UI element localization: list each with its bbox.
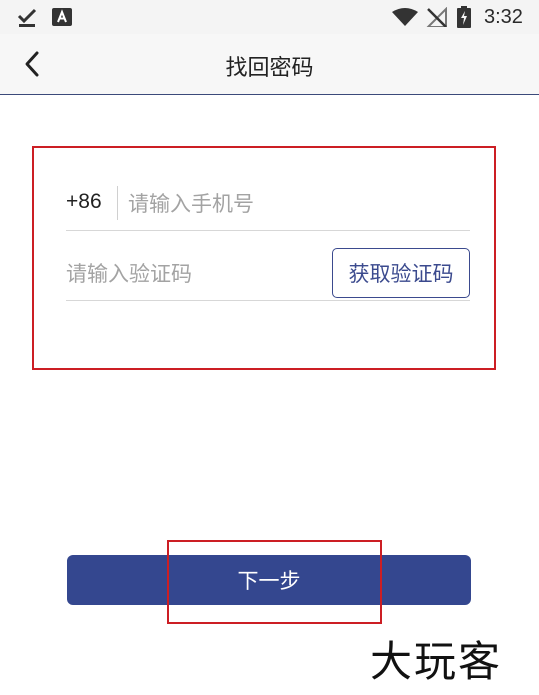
code-row: 获取验证码: [66, 248, 470, 301]
battery-charging-icon: [457, 6, 471, 28]
no-signal-icon: [426, 7, 447, 27]
watermark-logo: 大玩客: [370, 637, 503, 686]
phone-input[interactable]: [128, 186, 458, 222]
page-title: 找回密码: [225, 56, 314, 81]
get-code-button[interactable]: 获取验证码: [332, 248, 470, 298]
download-done-icon: [17, 8, 37, 27]
keyboard-a-icon: [52, 8, 72, 26]
status-time: 3:32: [484, 6, 523, 28]
divider: [117, 186, 118, 220]
phone-row: +86: [66, 180, 470, 231]
app-bar: 找回密码: [0, 34, 539, 95]
wifi-icon: [392, 8, 418, 26]
country-code[interactable]: +86: [66, 190, 102, 214]
next-button[interactable]: 下一步: [67, 555, 471, 605]
status-bar: 3:32: [0, 0, 539, 34]
verification-code-input[interactable]: [66, 256, 321, 292]
